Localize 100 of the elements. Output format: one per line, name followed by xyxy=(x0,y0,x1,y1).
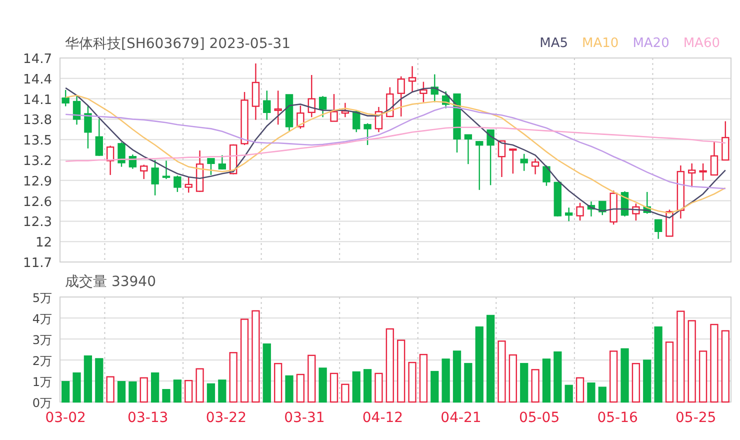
date-label: 03-31 xyxy=(284,410,325,426)
legend-label: MA10 xyxy=(582,36,619,52)
candlestick xyxy=(632,204,640,221)
candlestick xyxy=(296,106,304,129)
candlestick xyxy=(274,90,282,125)
candlestick xyxy=(666,210,674,237)
volume-bar xyxy=(698,350,708,403)
date-label: 03-02 xyxy=(45,410,86,426)
candlestick xyxy=(352,110,360,132)
candlestick xyxy=(643,192,651,214)
axis-label: 12.6 xyxy=(23,194,52,210)
volume-bar xyxy=(464,362,472,403)
date-label: 04-21 xyxy=(440,410,482,426)
legend-label: MA20 xyxy=(632,36,670,52)
volume-bar xyxy=(341,384,350,403)
candlestick xyxy=(520,154,528,171)
volume-bar xyxy=(363,369,372,403)
candlestick xyxy=(587,201,596,216)
axis-label: 13.5 xyxy=(23,134,52,149)
volume-bar xyxy=(229,352,238,403)
candlestick xyxy=(408,66,416,92)
candlestick xyxy=(453,93,461,153)
axis-label: 13.2 xyxy=(23,154,52,169)
axis-label: 5万 xyxy=(32,292,52,305)
volume-bar xyxy=(318,368,327,403)
candlestick xyxy=(84,106,92,148)
volume-bar xyxy=(308,354,316,403)
candlestick xyxy=(576,202,584,221)
volume-bar xyxy=(419,354,428,403)
volume-bar xyxy=(665,342,674,403)
volume-bar xyxy=(542,358,551,403)
volume-bar xyxy=(106,376,114,403)
candlestick xyxy=(285,94,294,131)
candlestick xyxy=(397,76,405,116)
date-label: 04-12 xyxy=(362,410,404,426)
volume-bar xyxy=(274,362,282,403)
volume-bar xyxy=(117,381,126,403)
volume-bar xyxy=(285,375,294,403)
candlestick xyxy=(308,75,316,118)
candlestick xyxy=(486,129,494,186)
candlestick xyxy=(151,160,159,196)
candlestick xyxy=(688,163,696,188)
volume-bar xyxy=(62,381,70,403)
candlestick xyxy=(610,190,618,225)
axis-label: 13.8 xyxy=(23,113,52,128)
volume-bar xyxy=(262,343,271,403)
axis-label: 12.9 xyxy=(23,174,52,190)
volume-bar xyxy=(397,340,406,403)
candlestick xyxy=(442,91,450,108)
candlestick xyxy=(531,158,540,174)
volume-bar xyxy=(452,350,462,403)
axis-label: 14.1 xyxy=(23,92,52,108)
candlestick xyxy=(598,200,606,216)
volume-bar xyxy=(140,377,148,403)
volume-bar xyxy=(576,377,584,403)
volume-bar xyxy=(218,380,226,403)
candlestick xyxy=(498,140,506,177)
volume-bar xyxy=(508,354,517,403)
axis-label: 11.7 xyxy=(23,256,52,271)
axis-label: 12.3 xyxy=(23,215,52,230)
axis-label: 0万 xyxy=(32,396,52,410)
axis-label: 3万 xyxy=(32,333,52,347)
candlestick xyxy=(676,165,685,218)
candlestick xyxy=(420,82,428,102)
axis-label: 1万 xyxy=(32,375,52,389)
volume-bar xyxy=(587,382,596,403)
volume-bar xyxy=(84,355,92,403)
volume-bar xyxy=(151,372,160,403)
candlestick xyxy=(318,96,327,118)
volume-bar xyxy=(374,372,383,403)
volume-bar xyxy=(520,362,528,403)
axis-label: 14.4 xyxy=(23,72,52,88)
candlestick xyxy=(140,164,148,180)
volume-bar xyxy=(196,368,204,403)
volume-bar xyxy=(620,348,629,403)
chart-title: 华体科技[SH603679] 2023-05-31 xyxy=(65,36,291,52)
volume-bar xyxy=(430,370,439,403)
candlestick xyxy=(722,121,730,161)
volume-bar xyxy=(95,358,104,403)
axis-label: 2万 xyxy=(32,354,52,368)
volume-bar xyxy=(564,384,573,403)
candlestick xyxy=(128,154,137,169)
candlestick xyxy=(565,208,573,222)
candlestick xyxy=(95,119,103,156)
volume-bar xyxy=(206,383,216,403)
candlestick xyxy=(330,94,338,122)
volume-bar xyxy=(296,374,305,403)
candlestick xyxy=(72,95,81,125)
axis-label: 12 xyxy=(35,236,52,251)
candlestick xyxy=(196,150,204,192)
volume-bar xyxy=(72,372,81,403)
volume-bar xyxy=(352,371,360,403)
candlestick xyxy=(554,182,562,216)
candlestick xyxy=(218,155,226,170)
candlestick xyxy=(654,219,662,239)
volume-bar xyxy=(184,380,193,403)
volume-bar xyxy=(531,369,540,403)
candlestick xyxy=(386,87,394,118)
candlestick xyxy=(341,102,350,118)
candlestick xyxy=(240,92,248,146)
